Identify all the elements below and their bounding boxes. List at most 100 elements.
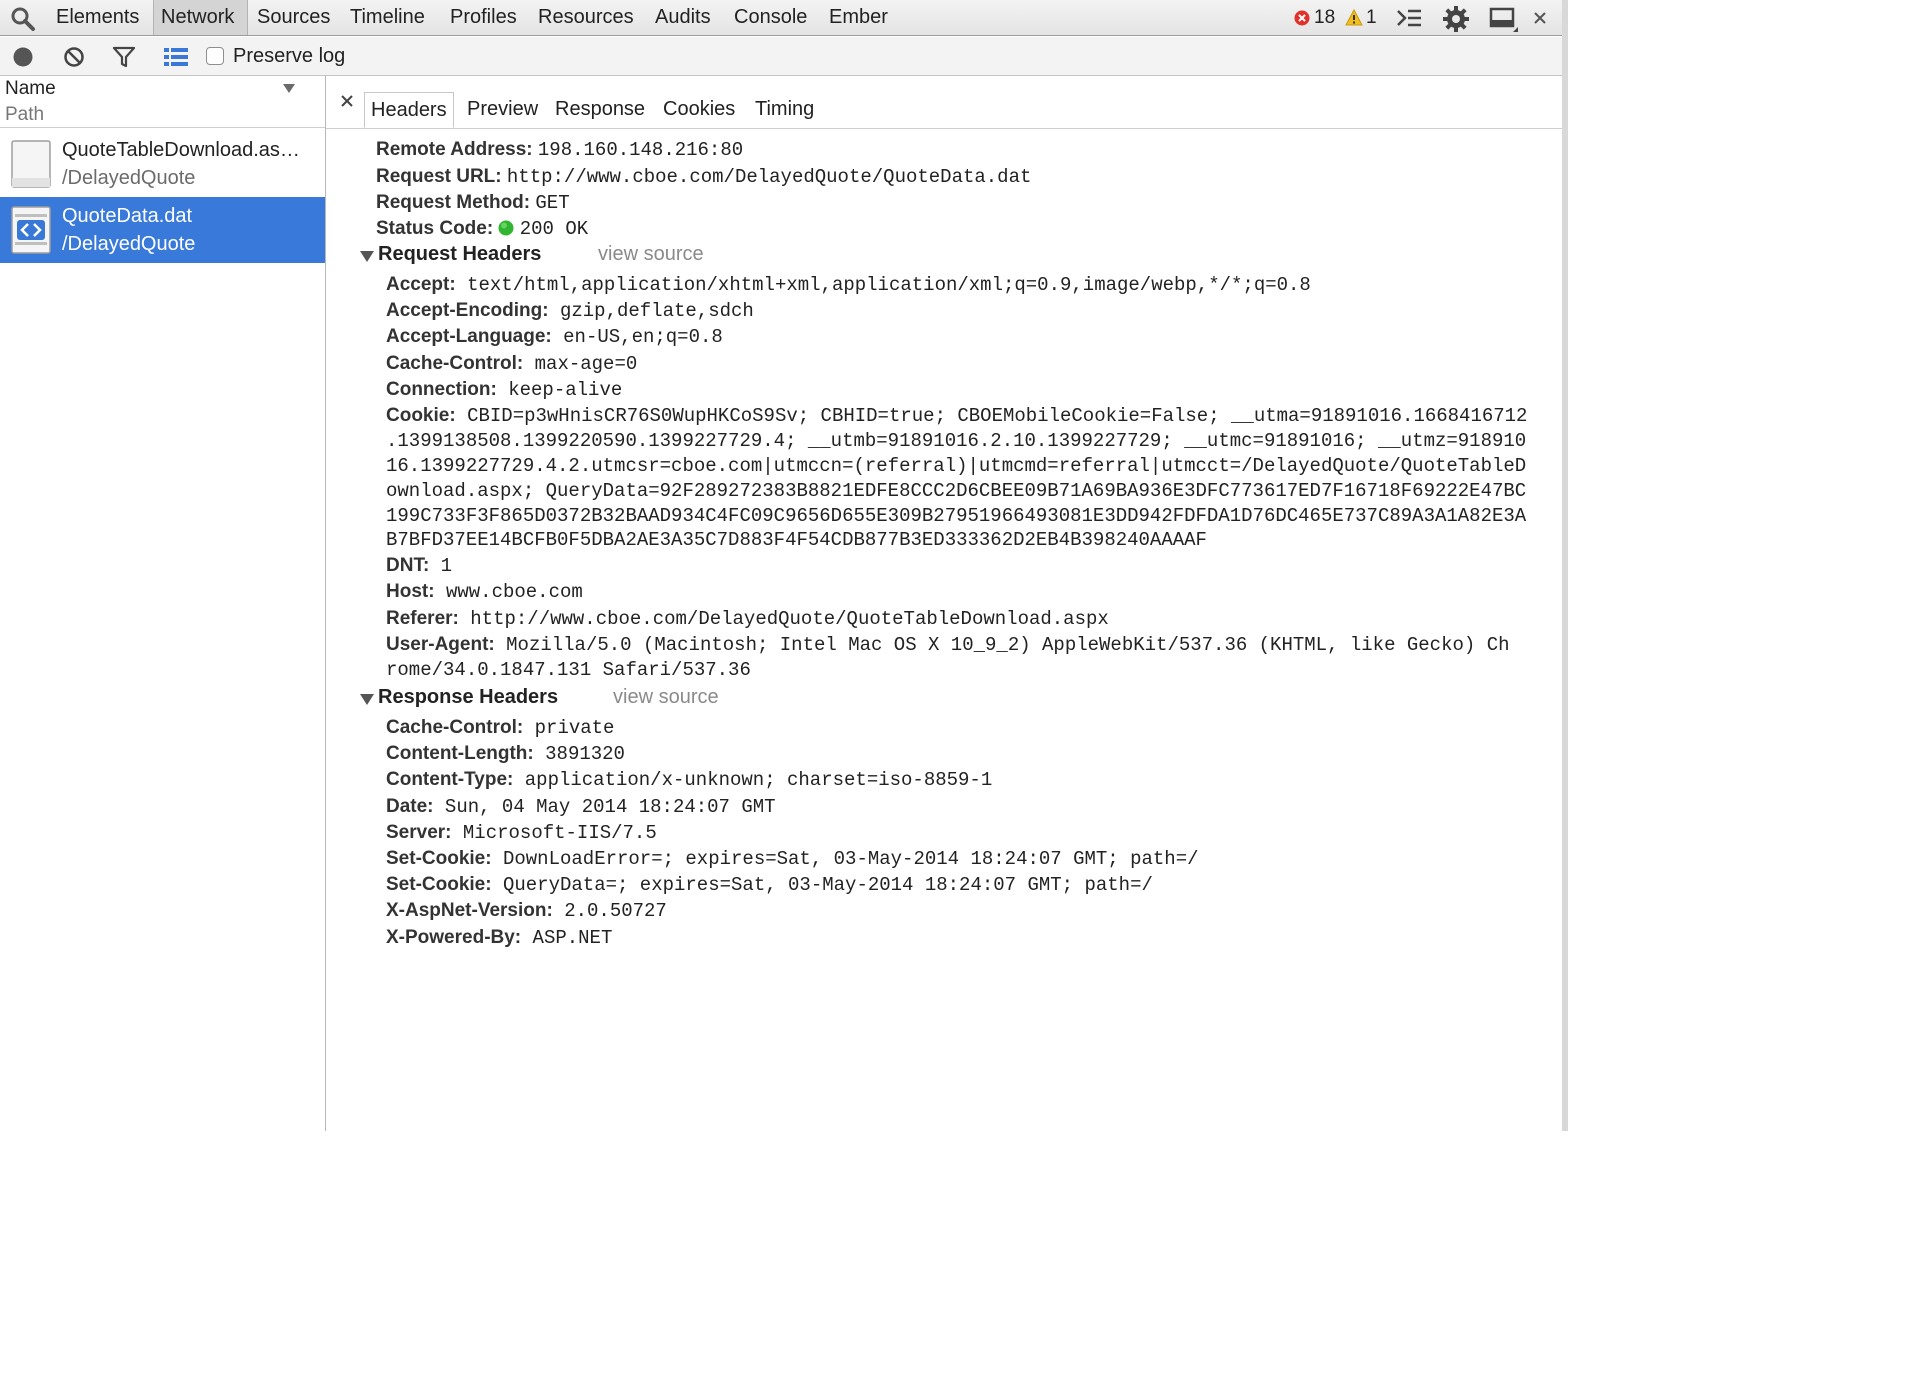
header-key: Request Method: (376, 192, 531, 213)
tab-timeline[interactable]: Timeline (346, 0, 429, 35)
header-row: Set-Cookie: DownLoadError=; expires=Sat,… (386, 846, 1199, 872)
status-code-row: Status Code: 200 OK (376, 216, 588, 242)
header-key: Server: (386, 822, 452, 843)
request-path: /DelayedQuote (62, 233, 196, 255)
header-value-continuation: B7BFD37EE14BCFB0F5DBA2AE3A35C7D883F4F54C… (386, 529, 1207, 551)
header-key: Set-Cookie: (386, 848, 492, 869)
tab-headers[interactable]: Headers (364, 92, 454, 128)
header-key: Accept-Encoding: (386, 300, 549, 321)
tab-response[interactable]: Response (549, 92, 651, 128)
header-row: Accept-Encoding: gzip,deflate,sdch (386, 298, 754, 324)
tab-profiles[interactable]: Profiles (446, 0, 521, 35)
request-headers-view-source-link[interactable]: view source (598, 243, 704, 266)
request-detail-panel: Headers Preview Response Cookies Timing … (326, 76, 1562, 1131)
record-icon[interactable] (12, 46, 34, 68)
preserve-log-label[interactable]: Preserve log (233, 37, 345, 76)
header-value-continuation: .1399138508.1399220590.1399227729.4; __u… (386, 430, 1527, 452)
header-row: Date: Sun, 04 May 2014 18:24:07 GMT (386, 794, 776, 820)
header-value-continuation: rome/34.0.1847.131 Safari/537.36 (386, 659, 751, 681)
header-row: Connection: keep-alive (386, 377, 622, 403)
tab-preview[interactable]: Preview (461, 92, 544, 128)
script-file-icon (11, 206, 51, 254)
header-key: Date: (386, 796, 434, 817)
error-warning-counter[interactable]: 18 1 (1292, 0, 1382, 35)
header-value: Mozilla/5.0 (Macintosh; Intel Mac OS X 1… (494, 634, 1510, 656)
tab-ember[interactable]: Ember (825, 0, 892, 35)
sort-descending-icon[interactable] (282, 83, 296, 94)
preserve-log-checkbox[interactable] (206, 47, 224, 65)
tab-elements[interactable]: Elements (52, 0, 143, 35)
header-value: QueryData=; expires=Sat, 03-May-2014 18:… (491, 874, 1153, 896)
request-list-header[interactable]: Name Path (0, 76, 325, 128)
collapse-triangle-icon[interactable] (360, 251, 374, 262)
header-value: CBID=p3wHnisCR76S0WupHKCoS9Sv; CBHID=tru… (455, 405, 1528, 427)
header-value: en-US,en;q=0.8 (551, 326, 723, 348)
header-value-continuation: 199C733F3F865D0372B32BAAD934C4FC09C9656D… (386, 505, 1527, 527)
remote-address-row: Remote Address: 198.160.148.216:80 (376, 137, 743, 163)
response-headers-view-source-link[interactable]: view source (613, 686, 719, 709)
header-row: Content-Length: 3891320 (386, 741, 625, 767)
header-value: private (523, 717, 615, 739)
error-icon (1294, 10, 1310, 26)
request-method-row: Request Method: GET (376, 190, 570, 216)
request-name: QuoteData.dat (62, 205, 193, 227)
clear-icon[interactable] (63, 46, 85, 68)
request-name: QuoteTableDownload.as… (62, 139, 300, 161)
collapse-triangle-icon[interactable] (360, 694, 374, 705)
header-row: Accept-Language: en-US,en;q=0.8 (386, 324, 723, 350)
header-row: Referer: http://www.cboe.com/DelayedQuot… (386, 606, 1109, 632)
header-value: max-age=0 (523, 353, 638, 375)
header-row: Cache-Control: private (386, 715, 614, 741)
tab-cookies[interactable]: Cookies (657, 92, 741, 128)
response-headers-title[interactable]: Response Headers (378, 686, 558, 709)
header-key: Cache-Control: (386, 353, 524, 374)
tab-console[interactable]: Console (730, 0, 811, 35)
header-value: application/x-unknown; charset=iso-8859-… (513, 769, 993, 791)
header-value: 198.160.148.216:80 (537, 139, 744, 161)
header-row: Accept: text/html,application/xhtml+xml,… (386, 272, 1311, 298)
header-value-continuation: 16.1399227729.4.2.utmcsr=cboe.com|utmccn… (386, 455, 1527, 477)
header-value: ASP.NET (521, 927, 613, 949)
header-key: Accept: (386, 274, 456, 295)
header-key: Request URL: (376, 166, 502, 187)
tab-resources[interactable]: Resources (534, 0, 638, 35)
gear-icon[interactable] (1442, 5, 1470, 33)
header-key: X-AspNet-Version: (386, 900, 553, 921)
tab-audits[interactable]: Audits (651, 0, 715, 35)
search-icon[interactable] (10, 6, 36, 32)
header-row: Host: www.cboe.com (386, 579, 583, 605)
header-value: gzip,deflate,sdch (548, 300, 754, 322)
tab-sources[interactable]: Sources (253, 0, 334, 35)
close-icon[interactable] (1533, 11, 1547, 25)
header-value: keep-alive (496, 379, 623, 401)
request-row-selected[interactable]: QuoteData.dat /DelayedQuote (0, 197, 325, 263)
large-rows-icon[interactable] (163, 47, 189, 67)
request-url-row: Request URL: http://www.cboe.com/Delayed… (376, 164, 1031, 190)
warning-icon (1345, 9, 1363, 26)
header-key: Status Code: (376, 218, 494, 239)
header-row: DNT: 1 (386, 553, 452, 579)
close-icon[interactable] (340, 94, 354, 108)
header-value: GET (535, 192, 570, 214)
header-key: Accept-Language: (386, 326, 552, 347)
header-value: 3891320 (533, 743, 625, 765)
tab-timing[interactable]: Timing (749, 92, 820, 128)
request-path: /DelayedQuote (62, 167, 196, 189)
warning-count: 1 (1366, 7, 1377, 28)
header-key: User-Agent: (386, 634, 495, 655)
header-key: Remote Address: (376, 139, 533, 160)
console-drawer-icon[interactable] (1396, 7, 1422, 29)
header-row: Content-Type: application/x-unknown; cha… (386, 767, 992, 793)
header-key: Connection: (386, 379, 497, 400)
request-headers-title[interactable]: Request Headers (378, 243, 541, 266)
filter-icon[interactable] (112, 46, 136, 68)
header-key: Cache-Control: (386, 717, 524, 738)
window-edge-scrollbar[interactable] (1562, 0, 1568, 1131)
column-path-label: Path (5, 104, 45, 125)
request-row[interactable]: QuoteTableDownload.as… /DelayedQuote (0, 131, 325, 197)
header-value: 200 OK (519, 218, 589, 240)
tab-network[interactable]: Network (153, 0, 248, 35)
header-value-continuation: ownload.aspx; QueryData=92F289272383B882… (386, 480, 1527, 502)
header-value: Sun, 04 May 2014 18:24:07 GMT (433, 796, 776, 818)
dock-icon[interactable] (1489, 7, 1519, 33)
